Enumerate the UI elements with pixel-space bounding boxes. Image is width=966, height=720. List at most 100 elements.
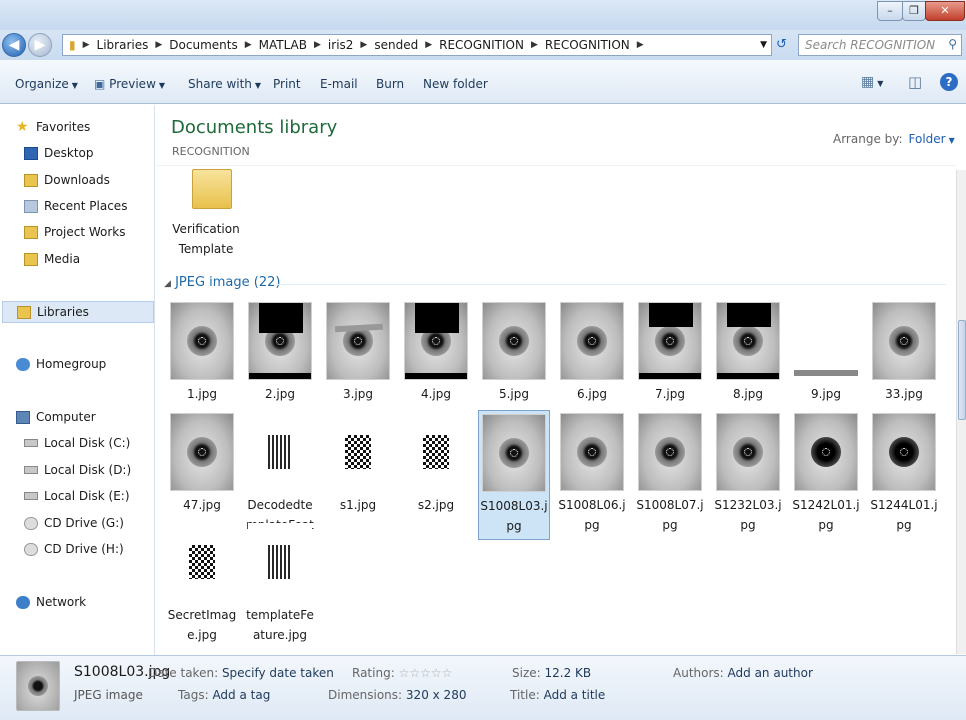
forward-button[interactable]: ▶ (28, 33, 52, 57)
file-item[interactable]: s1.jpg (322, 410, 394, 518)
folder-icon (24, 225, 38, 239)
sidebar-item-network[interactable]: Network (16, 591, 86, 613)
downloads-folder-icon (24, 173, 38, 187)
breadcrumb-item[interactable]: RECOGNITION (435, 38, 528, 52)
sidebar-item-homegroup[interactable]: Homegroup (16, 353, 106, 375)
file-item[interactable]: SecretImage.jpg (166, 520, 238, 648)
file-item[interactable]: 8.jpg (712, 299, 784, 407)
breadcrumb-separator[interactable]: ▶ (311, 40, 324, 50)
breadcrumb-separator[interactable]: ▶ (528, 40, 541, 50)
sidebar-item-favorites[interactable]: ★ Favorites (16, 116, 90, 138)
breadcrumb-separator[interactable]: ▶ (152, 40, 165, 50)
search-icon[interactable]: ⚲ (948, 37, 957, 51)
sidebar-item-libraries[interactable]: Libraries (2, 301, 154, 323)
sidebar-label: CD Drive (H:) (44, 542, 124, 556)
sidebar-label: CD Drive (G:) (44, 516, 124, 530)
breadcrumb-separator[interactable]: ▶ (422, 40, 435, 50)
sidebar-item-recent-places[interactable]: Recent Places (24, 195, 127, 217)
sidebar-item-drive-h[interactable]: CD Drive (H:) (24, 538, 124, 560)
file-item[interactable]: S1008L06.jpg (556, 410, 628, 538)
file-item[interactable]: 2.jpg (244, 299, 316, 407)
view-options-button[interactable]: ▦ ▼ (861, 74, 883, 90)
file-item[interactable]: S1232L03.jpg (712, 410, 784, 538)
scrollbar-thumb[interactable] (958, 320, 966, 420)
burn-label: Burn (376, 77, 405, 91)
arrange-by[interactable]: Arrange by: Folder ▼ (833, 132, 955, 146)
folder-item[interactable]: Verification Template (170, 169, 242, 259)
file-item[interactable]: S1244L01.jpg (868, 410, 940, 538)
file-item[interactable]: S1008L03.jpg (478, 410, 550, 540)
breadcrumb-separator[interactable]: ▶ (80, 40, 93, 50)
star-icon[interactable]: ☆ (399, 666, 410, 680)
file-item[interactable]: 33.jpg (868, 299, 940, 407)
preview-button[interactable]: ▣ Preview ▼ (94, 77, 165, 91)
rating-label: Rating: (352, 666, 395, 680)
cd-drive-icon (24, 542, 38, 556)
star-icon[interactable]: ☆ (442, 666, 453, 680)
file-name: S1244L01.jpg (870, 498, 938, 532)
maximize-button[interactable]: ❐ (902, 1, 926, 21)
sidebar-item-drive-e[interactable]: Local Disk (E:) (24, 485, 130, 507)
address-bar[interactable]: ▮ ▶ Libraries ▶ Documents ▶ MATLAB ▶ iri… (62, 34, 772, 56)
search-input[interactable]: Search RECOGNITION ⚲ (798, 34, 962, 56)
breadcrumb-item[interactable]: sended (370, 38, 422, 52)
breadcrumb-item[interactable]: Libraries (93, 38, 153, 52)
breadcrumb-item[interactable]: RECOGNITION (541, 38, 634, 52)
organize-button[interactable]: Organize ▼ (15, 77, 78, 91)
file-item[interactable]: 3.jpg (322, 299, 394, 407)
sidebar-item-project-works[interactable]: Project Works (24, 221, 126, 243)
refresh-button[interactable]: ↺ (776, 37, 792, 53)
arrange-value[interactable]: Folder (909, 132, 946, 146)
recent-places-icon (24, 199, 38, 213)
burn-button[interactable]: Burn (376, 77, 404, 91)
rating-stars[interactable]: ☆☆☆☆☆ (399, 666, 453, 680)
sidebar-item-computer[interactable]: Computer (16, 406, 96, 428)
minimize-button[interactable]: – (877, 1, 903, 21)
sidebar-item-desktop[interactable]: Desktop (24, 142, 94, 164)
file-item[interactable]: 1.jpg (166, 299, 238, 407)
file-item[interactable]: 7.jpg (634, 299, 706, 407)
preview-pane-button[interactable]: ◫ (908, 73, 922, 91)
address-dropdown-icon[interactable]: ▼ (760, 40, 771, 50)
breadcrumb-item[interactable]: Documents (165, 38, 241, 52)
star-icon[interactable]: ☆ (409, 666, 420, 680)
file-item[interactable]: 9.jpg (790, 299, 862, 407)
tags-value[interactable]: Add a tag (212, 688, 270, 702)
file-item[interactable]: S1242L01.jpg (790, 410, 862, 538)
email-button[interactable]: E-mail (320, 77, 358, 91)
sidebar-item-media[interactable]: Media (24, 248, 80, 270)
file-item[interactable]: 5.jpg (478, 299, 550, 407)
print-button[interactable]: Print (273, 77, 301, 91)
title-value[interactable]: Add a title (544, 688, 606, 702)
file-item[interactable]: S1008L07.jpg (634, 410, 706, 538)
star-icon[interactable]: ☆ (420, 666, 431, 680)
back-button[interactable]: ◀ (2, 33, 26, 57)
close-button[interactable]: ✕ (925, 1, 965, 21)
breadcrumb-item[interactable]: MATLAB (255, 38, 311, 52)
share-with-button[interactable]: Share with ▼ (188, 77, 261, 91)
date-taken-value[interactable]: Specify date taken (222, 666, 334, 680)
help-icon: ? (945, 75, 953, 89)
file-item[interactable]: 4.jpg (400, 299, 472, 407)
group-header[interactable]: ◢ JPEG image (22) (164, 275, 949, 290)
file-item[interactable]: 6.jpg (556, 299, 628, 407)
sidebar-item-downloads[interactable]: Downloads (24, 169, 110, 191)
image-thumbnail (872, 413, 936, 491)
sidebar-item-drive-g[interactable]: CD Drive (G:) (24, 512, 124, 534)
image-thumbnail (248, 302, 312, 380)
file-item[interactable]: s2.jpg (400, 410, 472, 518)
breadcrumb-separator[interactable]: ▶ (357, 40, 370, 50)
vertical-scrollbar[interactable] (956, 170, 966, 654)
breadcrumb-item[interactable]: iris2 (324, 38, 358, 52)
new-folder-button[interactable]: New folder (423, 77, 488, 91)
breadcrumb-separator[interactable]: ▶ (634, 40, 647, 50)
breadcrumb-separator[interactable]: ▶ (242, 40, 255, 50)
image-thumbnail (482, 414, 546, 492)
sidebar-item-drive-d[interactable]: Local Disk (D:) (24, 459, 131, 481)
sidebar-item-drive-c[interactable]: Local Disk (C:) (24, 432, 130, 454)
file-item[interactable]: 47.jpg (166, 410, 238, 518)
file-item[interactable]: templateFeature.jpg (244, 520, 316, 648)
star-icon[interactable]: ☆ (431, 666, 442, 680)
authors-value[interactable]: Add an author (728, 666, 813, 680)
help-button[interactable]: ? (940, 73, 958, 91)
